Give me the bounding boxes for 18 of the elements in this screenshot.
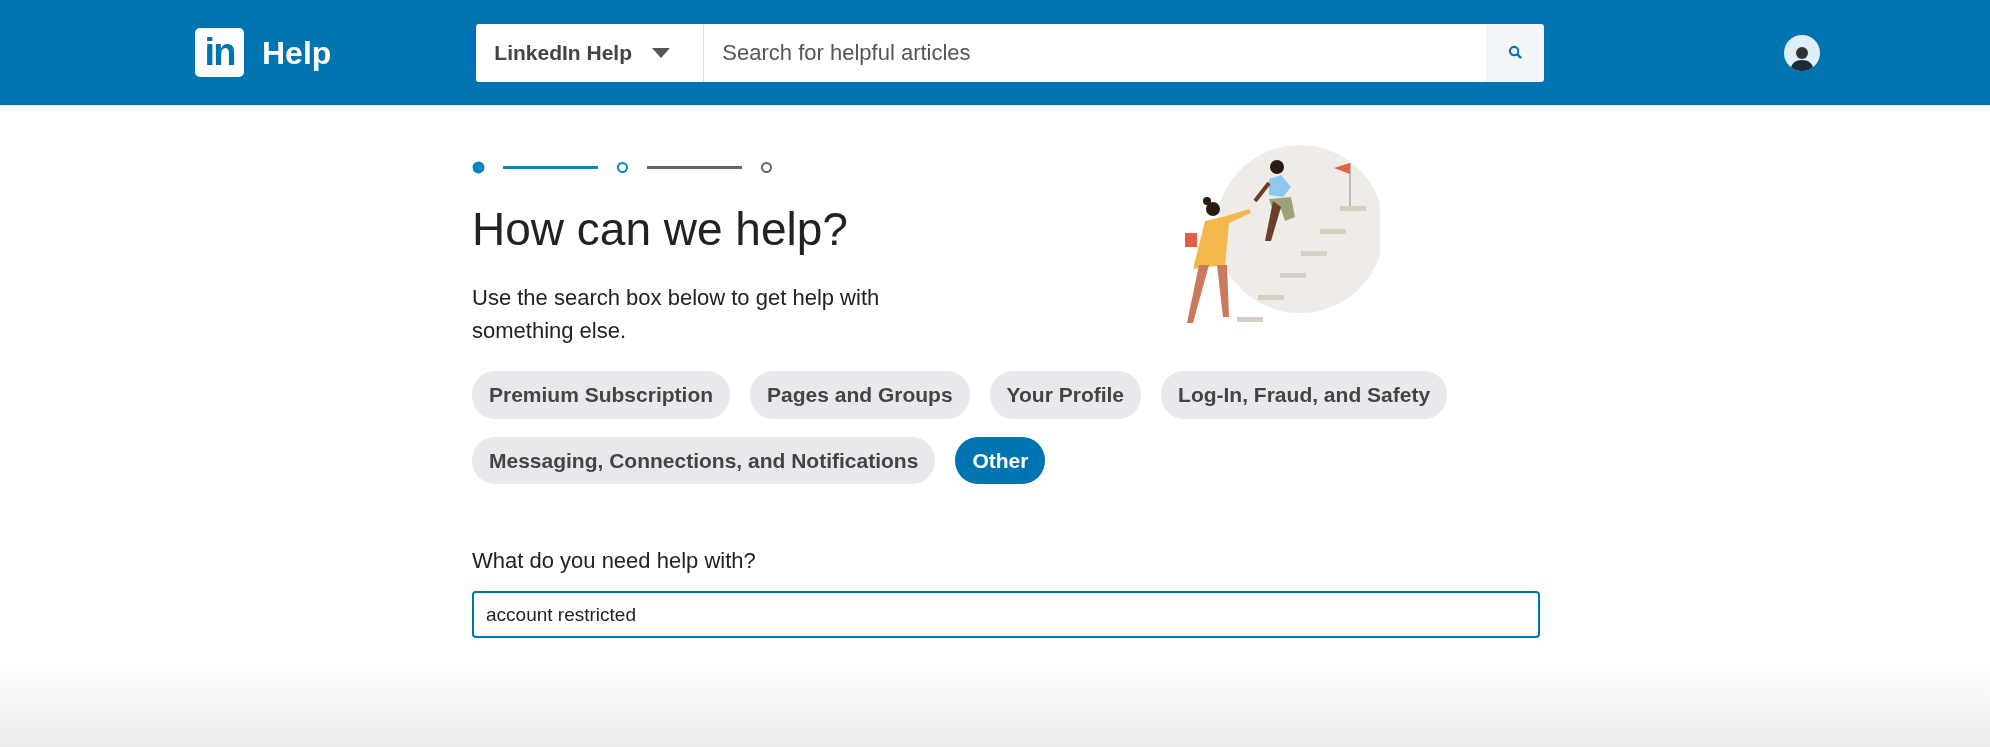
topic-chip[interactable]: Pages and Groups bbox=[750, 371, 970, 419]
search-button[interactable] bbox=[1486, 23, 1545, 82]
topic-chip[interactable]: Log-In, Fraud, and Safety bbox=[1161, 371, 1448, 419]
topic-chip[interactable]: Premium Subscription bbox=[472, 371, 731, 419]
linkedin-logo[interactable]: in bbox=[195, 28, 244, 77]
intro-text: Use the search box below to get help with something else. bbox=[472, 284, 881, 346]
caret-icon bbox=[652, 47, 671, 58]
topic-chip[interactable]: Other bbox=[955, 436, 1046, 485]
help-title: Help bbox=[262, 33, 332, 73]
question-input[interactable]: account restricted bbox=[472, 591, 1540, 639]
question-label: What do you need help with? bbox=[472, 547, 757, 576]
search-icon bbox=[1507, 45, 1523, 60]
topic-chip[interactable]: Your Profile bbox=[989, 371, 1142, 419]
page-heading: How can we help? bbox=[472, 202, 849, 257]
search-field[interactable]: Search for helpful articles bbox=[704, 23, 1487, 82]
avatar[interactable] bbox=[1784, 34, 1821, 71]
scope-dropdown[interactable]: LinkedIn Help bbox=[476, 23, 705, 82]
topic-chip[interactable]: Messaging, Connections, and Notifications bbox=[472, 436, 936, 485]
